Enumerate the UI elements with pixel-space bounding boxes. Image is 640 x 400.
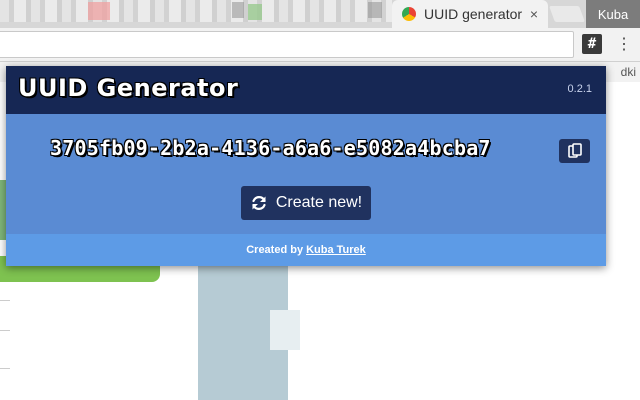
page-divider (0, 368, 10, 369)
copy-icon (567, 143, 582, 158)
author-link[interactable]: Kuba Turek (306, 244, 366, 256)
refresh-icon (250, 194, 268, 212)
tab-title: UUID generator (424, 6, 523, 22)
uuid-value[interactable]: 3705fb09-2b2a-4136-a6a6-e5082a4bcba7 (50, 136, 491, 160)
copy-button[interactable] (559, 139, 590, 163)
new-tab-button[interactable] (549, 6, 585, 22)
version-label: 0.2.1 (567, 83, 592, 95)
blurred-favicon (248, 4, 262, 20)
popup-footer: Created by Kuba Turek (6, 234, 606, 266)
chrome-favicon-icon (402, 7, 416, 21)
page-divider (0, 300, 10, 301)
blurred-tabs (0, 0, 392, 22)
tab-strip: UUID generator × Kuba (0, 0, 640, 28)
footer-prefix: Created by (246, 244, 304, 256)
uuid-extension-icon[interactable]: # (582, 34, 602, 54)
browser-menu-icon[interactable]: ⋮ (616, 34, 632, 54)
blurred-favicon (368, 2, 382, 18)
tab-close-icon[interactable]: × (530, 6, 538, 22)
create-new-button[interactable]: Create new! (241, 186, 371, 220)
page-divider (0, 330, 10, 331)
tab-uuid-generator[interactable]: UUID generator × (392, 0, 548, 28)
profile-button[interactable]: Kuba (586, 0, 640, 28)
popup-body: 3705fb09-2b2a-4136-a6a6-e5082a4bcba7 Cre… (6, 114, 606, 234)
page-background-block (270, 310, 300, 350)
uuid-generator-popup: UUID Generator 0.2.1 3705fb09-2b2a-4136-… (6, 66, 606, 266)
popup-title: UUID Generator (18, 74, 239, 102)
browser-toolbar: # ⋮ (0, 28, 640, 62)
popup-header: UUID Generator 0.2.1 (6, 66, 606, 114)
blurred-favicon (88, 2, 110, 20)
create-new-label: Create new! (275, 194, 363, 211)
address-bar[interactable] (0, 31, 574, 58)
bookmarks-overflow-label[interactable]: dki (621, 65, 636, 79)
blurred-favicon (232, 2, 244, 18)
